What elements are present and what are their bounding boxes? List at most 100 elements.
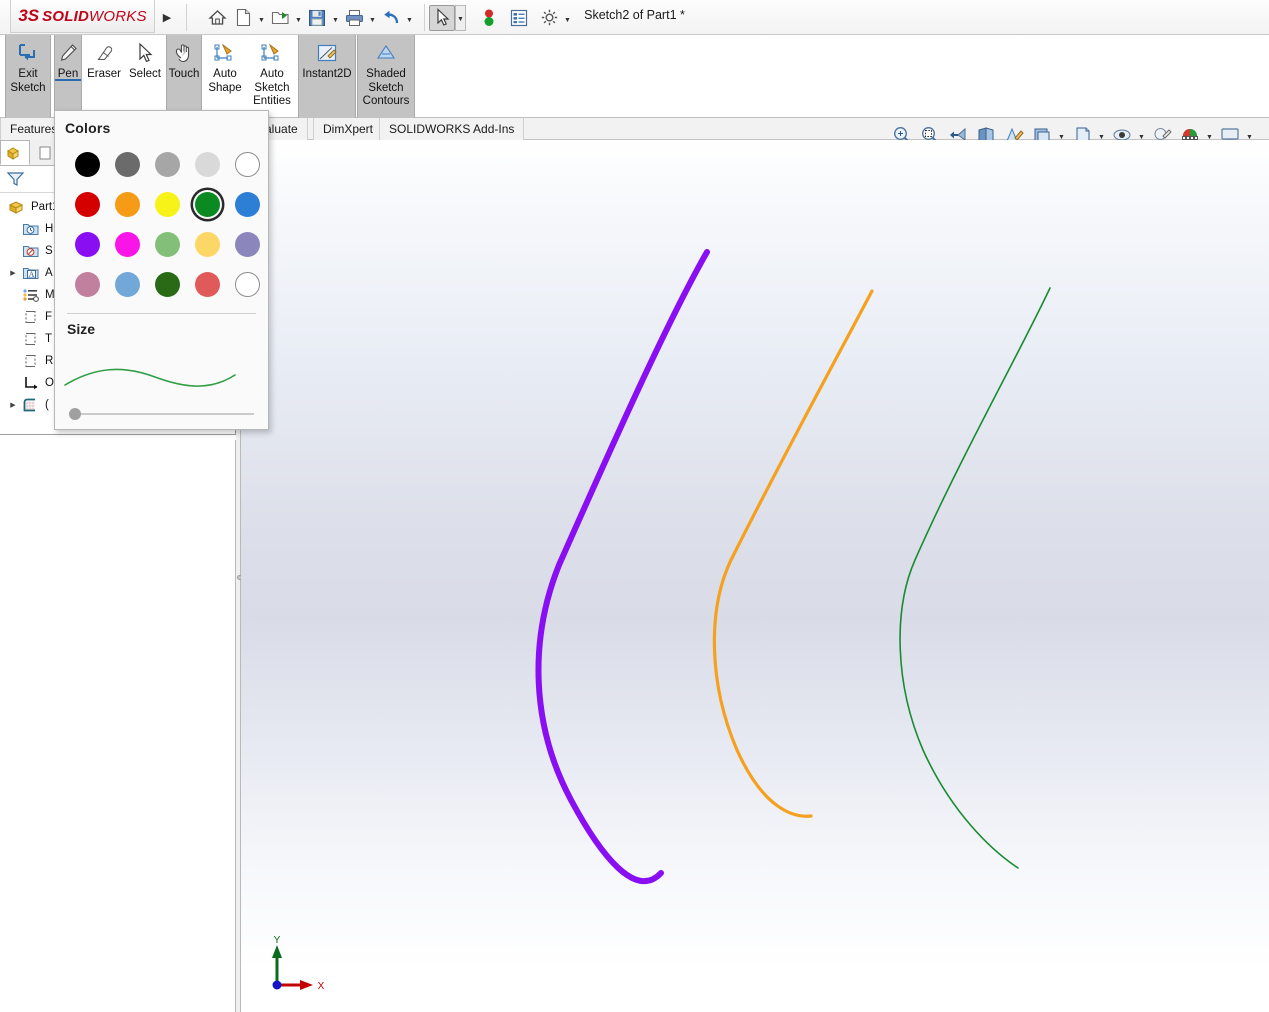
ribbon-shaded-sketch-contours[interactable]: Shaded Sketch Contours (357, 35, 415, 118)
sketch-icon (20, 397, 42, 413)
tree-expand-arrow-icon[interactable]: ▶ (6, 401, 20, 409)
color-swatch-grid (55, 136, 268, 304)
qa-separator (186, 4, 187, 31)
origin-triad: Y X (272, 935, 325, 992)
print-dropdown-icon[interactable]: ▼ (367, 5, 378, 31)
ribbon-touch[interactable]: Touch (166, 35, 202, 118)
select-dropdown-icon[interactable]: ▼ (455, 4, 466, 31)
tab-solidworks-add-ins[interactable]: SOLIDWORKS Add-Ins (379, 118, 525, 140)
undo-icon[interactable] (378, 5, 404, 31)
orange-stroke[interactable] (712, 289, 874, 818)
color-swatch-dark-green[interactable] (147, 264, 187, 304)
open-folder-icon[interactable] (267, 5, 293, 31)
color-dot (234, 191, 260, 217)
undo-dropdown-icon[interactable]: ▼ (404, 5, 415, 31)
ribbon-auto-shape[interactable]: Auto Shape (204, 35, 246, 118)
pen-icon (57, 39, 79, 67)
tree-label: R (45, 355, 54, 367)
origin-icon (20, 375, 42, 391)
tree-label: S (45, 245, 53, 257)
color-dot (74, 271, 100, 297)
select-tool-group: ▼ ▼ (429, 4, 573, 31)
open-folder-dropdown-icon[interactable]: ▼ (293, 5, 304, 31)
touch-label: Touch (168, 68, 200, 80)
color-swatch-violet[interactable] (67, 224, 107, 264)
color-swatch-orange[interactable] (107, 184, 147, 224)
save-icon[interactable] (304, 5, 330, 31)
purple-stroke[interactable] (535, 249, 710, 885)
color-swatch-light-yellow[interactable] (187, 224, 227, 264)
color-dot (154, 151, 180, 177)
feature-tree-tab[interactable] (0, 140, 30, 165)
ribbon-instant2d[interactable]: Instant2D (298, 35, 356, 118)
graphics-area[interactable]: Y X (241, 140, 1269, 1012)
color-dot (154, 231, 180, 257)
tree-expand-arrow-icon[interactable]: ▶ (6, 269, 20, 277)
tab-dimxpert[interactable]: DimXpert (313, 118, 384, 140)
options-list-icon[interactable] (506, 5, 532, 31)
qa-separator-2 (424, 4, 425, 31)
instant2d-icon (315, 39, 339, 67)
save-dropdown-icon[interactable]: ▼ (330, 5, 341, 31)
x-axis-arrow-icon: X (277, 980, 325, 992)
x-axis-label: X (318, 981, 325, 992)
exit-sketch-icon (16, 39, 40, 67)
color-swatch-gray[interactable] (147, 144, 187, 184)
green-stroke[interactable] (899, 287, 1051, 869)
home-icon[interactable] (204, 5, 230, 31)
auto-shape-label-1: Auto (213, 68, 237, 80)
colors-flyout-panel[interactable]: Colors Size (54, 110, 269, 430)
color-swatch-dark-gray[interactable] (107, 144, 147, 184)
color-dot (114, 231, 140, 257)
solidworks-logo[interactable]: 3S SOLIDWORKS (10, 0, 155, 33)
left-panel-empty-area (0, 440, 236, 1012)
origin-point (272, 980, 282, 990)
plane-icon (20, 353, 42, 369)
new-document-icon[interactable] (230, 5, 256, 31)
size-slider-track[interactable] (69, 413, 254, 415)
color-dot (194, 151, 220, 177)
print-icon[interactable] (341, 5, 367, 31)
shaded-sketch-label-3: Contours (362, 95, 410, 107)
options-dropdown-icon[interactable]: ▼ (562, 5, 573, 31)
color-swatch-light-gray[interactable] (187, 144, 227, 184)
document-title: Sketch2 of Part1 * (584, 8, 685, 22)
color-dot (114, 151, 140, 177)
color-swatch-light-green[interactable] (147, 224, 187, 264)
rebuild-icon[interactable] (476, 5, 502, 31)
color-dot (234, 151, 260, 177)
color-swatch-red[interactable] (67, 184, 107, 224)
menu-expand-arrow-icon[interactable]: ▶ (160, 8, 174, 26)
exit-sketch-label-1: Exit (18, 68, 38, 80)
color-dot (114, 271, 140, 297)
ribbon-auto-sketch-entities[interactable]: Auto Sketch Entities (248, 35, 296, 118)
select-cursor-icon[interactable] (429, 4, 455, 31)
ribbon-eraser[interactable]: Eraser (84, 35, 124, 118)
color-swatch-light-purple[interactable] (227, 224, 267, 264)
color-swatch-salmon[interactable] (187, 264, 227, 304)
tree-label: H (45, 223, 54, 235)
color-swatch-green[interactable] (187, 184, 227, 224)
color-swatch-yellow[interactable] (147, 184, 187, 224)
color-dot (154, 191, 180, 217)
ribbon-select[interactable]: Select (126, 35, 164, 118)
color-swatch-mauve[interactable] (67, 264, 107, 304)
annotations-icon: A (20, 265, 42, 281)
color-swatch-blue[interactable] (227, 184, 267, 224)
color-swatch-light-blue[interactable] (107, 264, 147, 304)
y-axis-label: Y (274, 935, 281, 946)
size-slider-thumb[interactable] (69, 408, 81, 420)
plane-icon (20, 309, 42, 325)
size-slider[interactable] (69, 407, 254, 421)
color-swatch-white-2[interactable] (227, 264, 267, 304)
quick-access-toolbar: ▼ ▼ ▼ ▼ ▼ (204, 4, 415, 31)
color-dot (194, 191, 220, 217)
gear-icon[interactable] (536, 5, 562, 31)
sketch-strokes (535, 249, 1051, 885)
ribbon-exit-sketch[interactable]: Exit Sketch (5, 35, 51, 118)
ribbon-pen[interactable]: Pen (54, 35, 82, 118)
color-swatch-magenta[interactable] (107, 224, 147, 264)
new-document-dropdown-icon[interactable]: ▼ (256, 5, 267, 31)
color-swatch-black[interactable] (67, 144, 107, 184)
color-swatch-white[interactable] (227, 144, 267, 184)
